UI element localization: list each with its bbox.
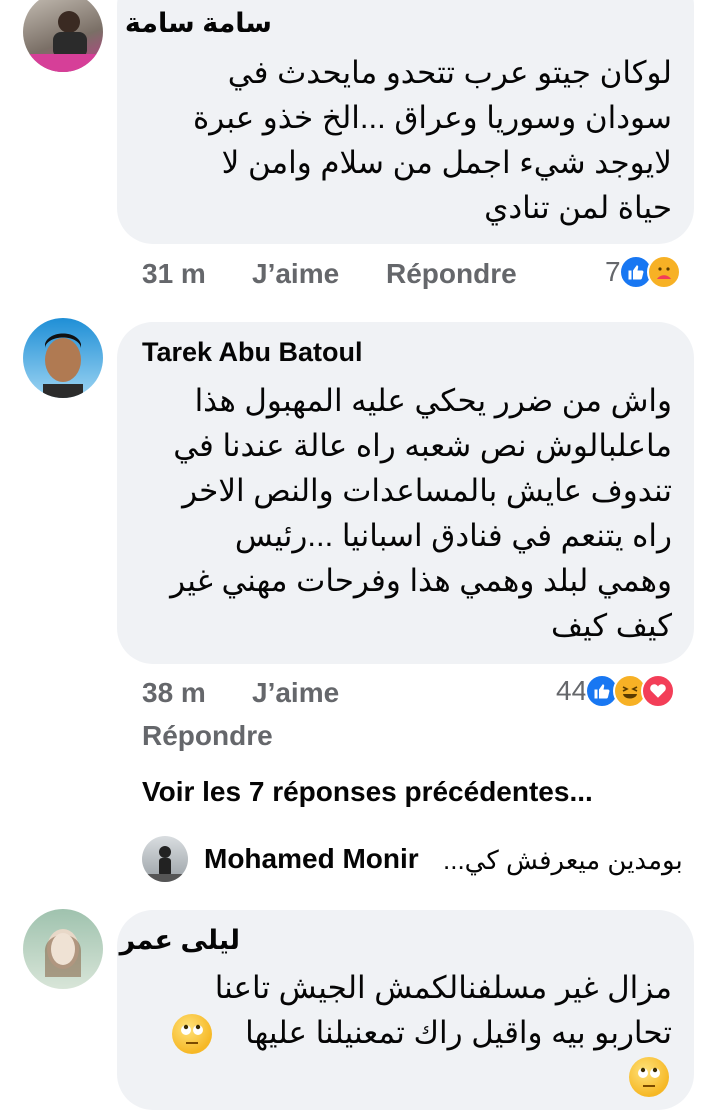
comment-text-line: واش من ضرر يحكي عليه المهبول هذا [194,383,672,418]
avatar-image [23,11,103,72]
reaction-summary[interactable]: 7 [605,255,681,289]
comment-time: 38 m [142,677,206,708]
reaction-summary[interactable]: 44 [556,674,676,708]
comment-author[interactable]: Tarek Abu Batoul [142,337,363,368]
comment-text-line: وهمي لبلد وهمي هذا وفرحات مهني غير [170,563,672,598]
view-previous-replies-link[interactable]: Voir les 7 réponses précédentes... [142,776,593,808]
comment-text-line: حياة لمن تنادي [484,190,672,225]
like-button[interactable]: J’aime [252,258,339,290]
comment-text-line: تحاربو بيه واقيل راك تمعنيلنا عليها [245,1015,672,1050]
avatar-image [44,929,82,977]
avatar[interactable] [23,0,103,72]
comment-text-line: لايوجد شيء اجمل من سلام وامن لا [221,145,672,180]
avatar-image [43,333,83,398]
comment-author[interactable]: سامة سامة [125,8,272,39]
reply-button[interactable]: Répondre [142,720,273,752]
comment-text-line: سودان وسوريا وعراق ...الخ خذو عبرة [193,100,672,135]
comment-time: 31 m [142,258,206,289]
love-icon [641,674,676,708]
comment-author[interactable]: ليلى عمر [120,925,240,956]
avatar[interactable] [142,836,188,882]
comment-text-line: تندوف عايش بالمساعدات والنص الاخر [182,473,672,508]
reaction-count: 44 [556,675,588,706]
rolling-eyes-emoji-icon [629,1057,669,1097]
avatar[interactable] [23,909,103,989]
comment-text-line: لوكان جيتو عرب تتحدو مايحدث في [227,55,672,90]
care-icon [646,255,681,289]
reply-preview-text[interactable]: بومدين ميعرفش كي... [443,845,683,876]
comment-text-line: ماعلبالوش نص شعبه راه عالة عندنا في [173,428,672,463]
reply-preview-author[interactable]: Mohamed Monir [204,843,419,875]
reply-button[interactable]: Répondre [386,258,517,290]
rolling-eyes-emoji-icon [172,1014,212,1054]
comment-text-line: راه يتنعم في فنادق اسبانيا ...رئيس [234,518,672,553]
like-button[interactable]: J’aime [252,677,339,709]
comment-text-line: كيف كيف [550,608,672,643]
avatar[interactable] [23,318,103,398]
avatar-image [142,846,188,882]
comment-text-line: مزال غير مسلفنالكمش الجيش تاعنا [214,970,672,1005]
